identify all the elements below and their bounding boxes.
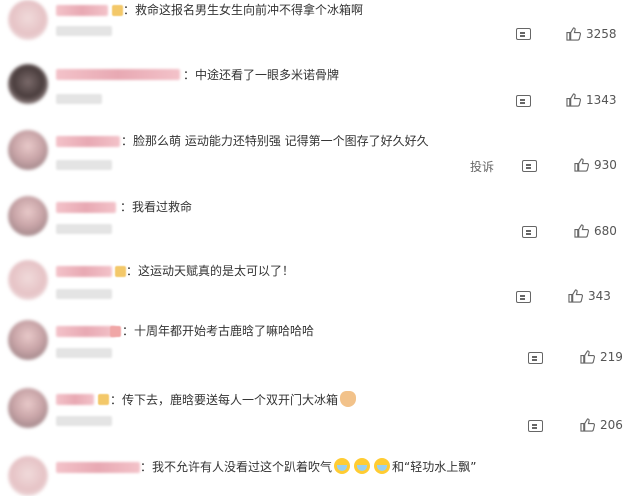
avatar[interactable]: [8, 456, 48, 496]
like-button[interactable]: 680: [574, 224, 617, 238]
vip-badge: [110, 326, 121, 337]
comment-icon: [522, 160, 537, 172]
crying-emoji: [334, 458, 351, 474]
comment-icon: [516, 28, 531, 40]
like-count: 1343: [586, 93, 617, 107]
comment-meta: [56, 94, 102, 104]
crying-emoji: [374, 458, 391, 474]
reply-button[interactable]: [528, 420, 543, 432]
username[interactable]: [56, 394, 94, 405]
avatar[interactable]: [8, 388, 48, 428]
vip-badge: [112, 5, 123, 16]
comment-icon: [528, 420, 543, 432]
reply-button[interactable]: [516, 28, 531, 40]
reply-button[interactable]: [522, 160, 537, 172]
comment-text: ：这运动天赋真的是太可以了！: [126, 264, 295, 278]
username[interactable]: [56, 69, 180, 80]
like-button[interactable]: 343: [568, 289, 611, 303]
comment-meta: [56, 289, 112, 299]
comment-text-body: ：传下去，鹿晗要送每人一个双开门大冰箱: [110, 393, 339, 407]
vip-badge: [98, 394, 109, 405]
avatar[interactable]: [8, 0, 48, 40]
comment-text: ：救命这报名男生女生向前冲不得拿个冰箱啊: [123, 3, 364, 17]
like-button[interactable]: 1343: [566, 93, 617, 107]
like-count: 680: [594, 224, 617, 238]
like-button[interactable]: 930: [574, 158, 617, 172]
avatar[interactable]: [8, 320, 48, 360]
thumbs-up-icon: [574, 224, 589, 238]
reply-button[interactable]: [522, 226, 537, 238]
username[interactable]: [56, 326, 116, 337]
comment-meta: [56, 416, 112, 426]
vip-badge: [115, 266, 126, 277]
like-count: 930: [594, 158, 617, 172]
reply-button[interactable]: [528, 352, 543, 364]
username[interactable]: [56, 136, 120, 147]
thumbs-up-icon: [580, 350, 595, 364]
username[interactable]: [56, 266, 112, 277]
avatar[interactable]: [8, 196, 48, 236]
comment-meta: [56, 26, 112, 36]
reply-button[interactable]: [516, 291, 531, 303]
username[interactable]: [56, 5, 108, 16]
like-button[interactable]: 206: [580, 418, 623, 432]
comment-text: ：我看过救命: [120, 200, 193, 214]
avatar[interactable]: [8, 260, 48, 300]
comment-icon: [528, 352, 543, 364]
thumbs-up-icon: [574, 158, 589, 172]
comment-text-body: ：我不允许有人没看过这个趴着吹气: [140, 460, 333, 474]
thumbs-up-icon: [566, 27, 581, 41]
username[interactable]: [56, 462, 140, 473]
thumbs-up-icon: [568, 289, 583, 303]
comment-meta: [56, 224, 112, 234]
comment-text: ：传下去，鹿晗要送每人一个双开门大冰箱: [110, 391, 358, 408]
like-count: 219: [600, 350, 623, 364]
like-count: 206: [600, 418, 623, 432]
avatar[interactable]: [8, 64, 48, 104]
thumbs-up-icon: [566, 93, 581, 107]
crying-emoji: [354, 458, 371, 474]
comment-text: ：中途还看了一眼多米诺骨牌: [183, 68, 340, 82]
comment-text: ：我不允许有人没看过这个趴着吹气 和“轻功水上飘”: [140, 458, 476, 475]
like-button[interactable]: 219: [580, 350, 623, 364]
comment-icon: [522, 226, 537, 238]
report-button[interactable]: 投诉: [470, 158, 494, 175]
comment-text: ：十周年都开始考古鹿晗了嘛哈哈哈: [122, 324, 315, 338]
username[interactable]: [56, 202, 116, 213]
comment-meta: [56, 160, 112, 170]
comment-text-tail: 和“轻功水上飘”: [392, 460, 477, 474]
comment-text: ：脸那么萌 运动能力还特别强 记得第一个图存了好久好久: [121, 134, 429, 148]
like-button[interactable]: 3258: [566, 27, 617, 41]
comment-meta: [56, 348, 112, 358]
like-count: 3258: [586, 27, 617, 41]
cat-emoji: [340, 391, 357, 407]
thumbs-up-icon: [580, 418, 595, 432]
comment-icon: [516, 95, 531, 107]
reply-button[interactable]: [516, 95, 531, 107]
like-count: 343: [588, 289, 611, 303]
avatar[interactable]: [8, 130, 48, 170]
comment-icon: [516, 291, 531, 303]
